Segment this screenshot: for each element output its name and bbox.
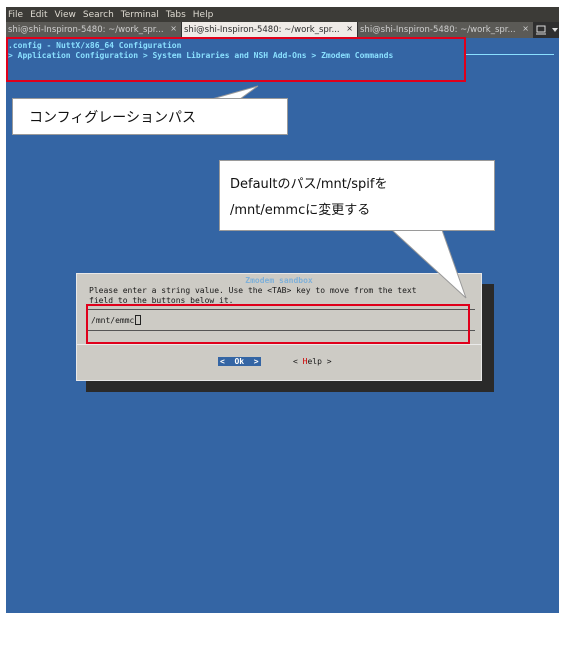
menu-file[interactable]: File bbox=[8, 10, 23, 20]
menu-terminal[interactable]: Terminal bbox=[121, 10, 159, 20]
menu-edit[interactable]: Edit bbox=[30, 10, 47, 20]
highlight-input-field bbox=[86, 304, 470, 344]
tab-1[interactable]: shi@shi-Inspiron-5480: ~/work_spr... × bbox=[6, 22, 181, 38]
close-icon[interactable]: × bbox=[346, 24, 353, 33]
callout-config-path-text: コンフィグレーションパス bbox=[29, 110, 197, 126]
help-button[interactable]: < Help > bbox=[293, 357, 332, 366]
close-icon[interactable]: × bbox=[522, 24, 529, 33]
tab-2[interactable]: shi@shi-Inspiron-5480: ~/work_spr... × bbox=[182, 22, 357, 38]
ok-button[interactable]: < Ok > bbox=[218, 357, 261, 366]
menu-search[interactable]: Search bbox=[83, 10, 114, 20]
tab-label: shi@shi-Inspiron-5480: ~/work_spr... bbox=[8, 25, 164, 35]
callout-path-change-line2: /mnt/emmcに変更する bbox=[230, 203, 371, 218]
callout-path-change: Defaultのパス/mnt/spifを /mnt/emmcに変更する bbox=[219, 160, 495, 231]
tab-extra-controls bbox=[534, 22, 559, 38]
callout-path-change-line1: Defaultのパス/mnt/spifを bbox=[230, 177, 388, 192]
divider bbox=[466, 54, 554, 55]
tab-label: shi@shi-Inspiron-5480: ~/work_spr... bbox=[184, 25, 340, 35]
tab-bar: shi@shi-Inspiron-5480: ~/work_spr... × s… bbox=[6, 22, 559, 38]
menu-help[interactable]: Help bbox=[193, 10, 214, 20]
menu-view[interactable]: View bbox=[55, 10, 76, 20]
new-tab-icon[interactable] bbox=[535, 25, 546, 35]
callout-config-path: コンフィグレーションパス bbox=[12, 98, 288, 135]
tab-label: shi@shi-Inspiron-5480: ~/work_spr... bbox=[360, 25, 516, 35]
menu-bar: File Edit View Search Terminal Tabs Help bbox=[6, 7, 559, 22]
highlight-config-path bbox=[6, 37, 466, 82]
tab-3[interactable]: shi@shi-Inspiron-5480: ~/work_spr... × bbox=[358, 22, 533, 38]
dialog-separator bbox=[77, 344, 481, 345]
menu-tabs[interactable]: Tabs bbox=[166, 10, 186, 20]
close-icon[interactable]: × bbox=[170, 24, 177, 33]
tab-menu-chevron-down-icon[interactable] bbox=[551, 27, 558, 33]
dialog-title: Zmodem sandbox bbox=[245, 276, 313, 285]
dialog-instruction-1: Please enter a string value. Use the <TA… bbox=[89, 286, 417, 295]
